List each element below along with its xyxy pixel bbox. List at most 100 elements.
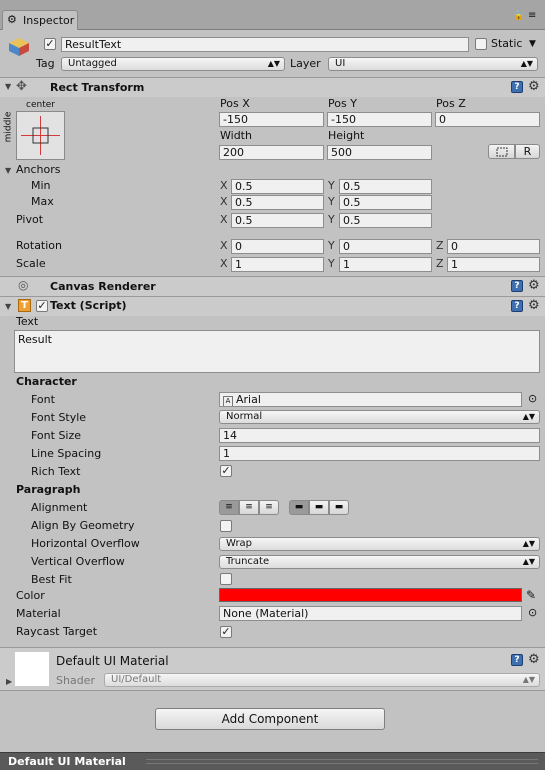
tag-value: Untagged — [68, 58, 117, 69]
add-component-button[interactable]: Add Component — [155, 708, 385, 730]
gear-icon[interactable]: ⚙ — [528, 653, 540, 666]
text-area[interactable]: Result — [14, 330, 540, 373]
help-icon[interactable]: ? — [511, 81, 523, 93]
vertical-overflow-dropdown[interactable]: Truncate ▲▼ — [219, 555, 540, 569]
object-picker-icon[interactable]: ⊙ — [528, 606, 537, 620]
layer-dropdown[interactable]: UI ▲▼ — [328, 57, 538, 71]
paragraph-section-label: Paragraph — [16, 483, 81, 496]
chevron-down-icon: ▲▼ — [267, 59, 280, 68]
gear-icon[interactable]: ⚙ — [528, 80, 540, 93]
max-x-field[interactable]: 0.5 — [231, 195, 324, 210]
min-x-field[interactable]: 0.5 — [231, 179, 324, 194]
gameobject-icon — [8, 37, 30, 57]
text-label: Text — [16, 315, 39, 328]
align-bottom-button[interactable]: ▬ — [329, 500, 349, 515]
align-left-button[interactable]: ≡ — [219, 500, 239, 515]
align-left-icon: ≡ — [225, 502, 233, 512]
rotation-x-field[interactable]: 0 — [231, 239, 324, 254]
pivot-y-field[interactable]: 0.5 — [339, 213, 432, 228]
pivot-label: Pivot — [16, 213, 44, 226]
tag-dropdown[interactable]: Untagged ▲▼ — [61, 57, 285, 71]
help-icon[interactable]: ? — [511, 300, 523, 312]
bottom-preview-bar[interactable]: Default UI Material — [0, 752, 545, 770]
eyedropper-icon[interactable]: ✎ — [526, 588, 536, 602]
width-field[interactable]: 200 — [219, 145, 324, 160]
font-style-label: Font Style — [31, 411, 87, 424]
shader-label: Shader — [56, 674, 95, 687]
font-size-label: Font Size — [31, 429, 82, 442]
vertical-overflow-label: Vertical Overflow — [31, 555, 125, 568]
font-field[interactable]: A Arial — [219, 392, 522, 407]
pos-z-field[interactable]: 0 — [435, 112, 540, 127]
bottom-bar-label: Default UI Material — [8, 755, 126, 768]
max-label: Max — [31, 195, 54, 208]
anchor-presets-button[interactable] — [16, 111, 65, 160]
align-right-button[interactable]: ≡ — [259, 500, 279, 515]
color-swatch[interactable] — [219, 588, 522, 602]
align-center-button[interactable]: ≡ — [239, 500, 259, 515]
scale-x-field[interactable]: 1 — [231, 257, 324, 272]
line-spacing-field[interactable]: 1 — [219, 446, 540, 461]
material-label: Material — [16, 607, 61, 620]
foldout-arrow-icon[interactable]: ▼ — [5, 82, 11, 91]
pivot-x-axis-label: X — [220, 213, 228, 226]
blueprint-mode-button[interactable] — [488, 144, 515, 159]
min-x-axis-label: X — [220, 179, 228, 192]
align-middle-button[interactable]: ▬ — [309, 500, 329, 515]
anchors-foldout-icon[interactable]: ▼ — [5, 166, 11, 175]
static-dropdown-icon[interactable]: ▼ — [529, 37, 536, 51]
pivot-x-field[interactable]: 0.5 — [231, 213, 324, 228]
gear-icon[interactable]: ⚙ — [528, 279, 540, 292]
font-asset-icon: A — [223, 396, 233, 406]
height-field[interactable]: 500 — [327, 145, 432, 160]
pos-x-field[interactable]: -150 — [219, 112, 324, 127]
rich-text-checkbox[interactable]: ✓ — [220, 465, 232, 477]
chevron-down-icon: ▲▼ — [522, 539, 535, 548]
active-checkbox[interactable]: ✓ — [44, 38, 56, 50]
scale-z-field[interactable]: 1 — [447, 257, 540, 272]
rotation-y-field[interactable]: 0 — [339, 239, 432, 254]
foldout-arrow-icon[interactable]: ▼ — [5, 302, 11, 311]
object-name-field[interactable]: ResultText — [61, 37, 469, 52]
align-by-geometry-checkbox[interactable] — [220, 520, 232, 532]
gear-icon[interactable]: ⚙ — [528, 299, 540, 312]
shader-dropdown[interactable]: UI/Default ▲▼ — [104, 673, 540, 687]
raycast-target-label: Raycast Target — [16, 625, 98, 638]
min-label: Min — [31, 179, 51, 192]
text-enabled-checkbox[interactable]: ✓ — [36, 300, 48, 312]
max-y-axis-label: Y — [328, 195, 335, 208]
bottom-bar-grip — [146, 759, 538, 764]
horizontal-overflow-label: Horizontal Overflow — [31, 537, 140, 550]
help-icon[interactable]: ? — [511, 280, 523, 292]
rich-text-label: Rich Text — [31, 465, 81, 478]
static-checkbox[interactable] — [475, 38, 487, 50]
rotation-z-field[interactable]: 0 — [447, 239, 540, 254]
alignment-label: Alignment — [31, 501, 88, 514]
tab-inspector[interactable]: ⚙ Inspector — [2, 10, 78, 30]
max-y-field[interactable]: 0.5 — [339, 195, 432, 210]
align-bottom-icon: ▬ — [334, 502, 344, 512]
vertical-overflow-value: Truncate — [226, 556, 270, 567]
scale-label: Scale — [16, 257, 46, 270]
horizontal-overflow-dropdown[interactable]: Wrap ▲▼ — [219, 537, 540, 551]
tab-menu-icon[interactable]: ≡ — [528, 9, 536, 23]
align-top-button[interactable]: ▬ — [289, 500, 309, 515]
font-style-dropdown[interactable]: Normal ▲▼ — [219, 410, 540, 424]
layer-value: UI — [335, 58, 346, 69]
font-size-field[interactable]: 14 — [219, 428, 540, 443]
pos-y-field[interactable]: -150 — [327, 112, 432, 127]
object-picker-icon[interactable]: ⊙ — [528, 392, 537, 406]
scale-y-field[interactable]: 1 — [339, 257, 432, 272]
material-foldout-icon[interactable]: ▶ — [6, 677, 12, 686]
pos-z-label: Pos Z — [436, 97, 466, 110]
help-icon[interactable]: ? — [511, 654, 523, 666]
rect-transform-icon: ✥ — [16, 79, 27, 94]
raw-edit-button[interactable]: R — [515, 144, 540, 159]
material-field[interactable]: None (Material) — [219, 606, 522, 621]
raycast-target-checkbox[interactable]: ✓ — [220, 626, 232, 638]
chevron-down-icon: ▲▼ — [522, 412, 535, 421]
lock-icon[interactable]: 🔒 — [513, 9, 524, 23]
min-y-field[interactable]: 0.5 — [339, 179, 432, 194]
scale-x-axis-label: X — [220, 257, 228, 270]
best-fit-checkbox[interactable] — [220, 573, 232, 585]
